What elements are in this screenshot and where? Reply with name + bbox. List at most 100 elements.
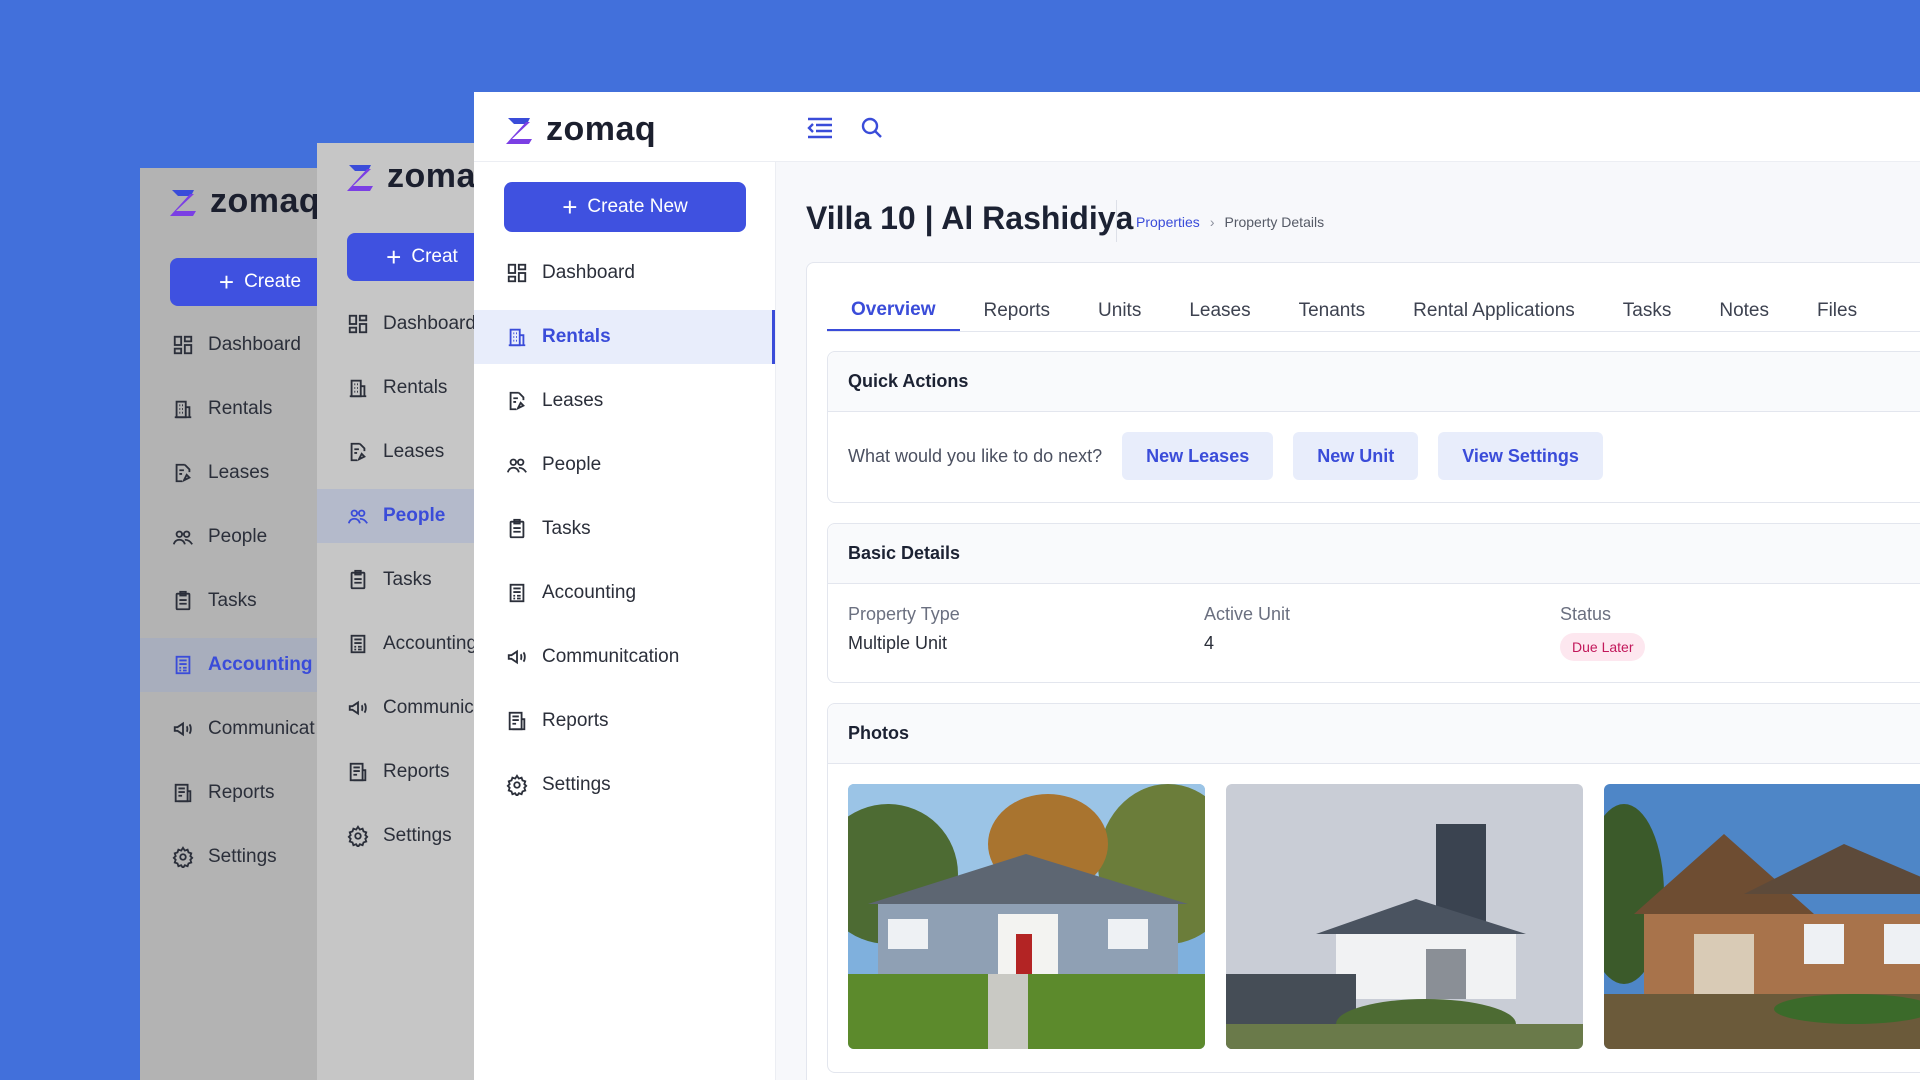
- gear-icon: [172, 846, 194, 868]
- photo-gallery: [828, 764, 1920, 1069]
- logo: zoma: [345, 157, 476, 196]
- sidebar-item-settings[interactable]: Settings: [140, 830, 320, 884]
- tab-notes[interactable]: Notes: [1695, 291, 1793, 331]
- create-new-button[interactable]: + Create New: [504, 182, 746, 232]
- lease-doc-icon: [347, 441, 369, 463]
- people-icon: [506, 454, 528, 476]
- sidebar-item-leases[interactable]: Leases: [317, 425, 477, 479]
- dashboard-icon: [347, 313, 369, 335]
- create-button[interactable]: + Creat: [347, 233, 477, 281]
- plus-icon: +: [218, 267, 235, 297]
- detail-property-type: Property Type Multiple Unit: [848, 604, 1204, 661]
- search-icon[interactable]: [860, 116, 884, 140]
- sidebar-item-rentals[interactable]: Rentals: [317, 361, 477, 415]
- tab-tenants[interactable]: Tenants: [1275, 291, 1390, 331]
- sidebar-item-reports[interactable]: Reports: [474, 694, 775, 748]
- tab-files[interactable]: Files: [1793, 291, 1881, 331]
- sidebar-item-people[interactable]: People: [474, 438, 775, 492]
- people-icon: [347, 505, 369, 527]
- sidebar-item-tasks[interactable]: Tasks: [140, 574, 320, 628]
- sidebar-item-communication[interactable]: Communic: [317, 681, 477, 735]
- sidebar-item-settings[interactable]: Settings: [474, 758, 775, 812]
- sidebar-item-leases[interactable]: Leases: [474, 374, 775, 428]
- new-unit-button[interactable]: New Unit: [1293, 432, 1419, 480]
- clipboard-icon: [347, 569, 369, 591]
- sidebar-item-accounting[interactable]: Accounting: [317, 617, 477, 671]
- property-photo[interactable]: [1604, 784, 1920, 1049]
- breadcrumb-current: Property Details: [1224, 214, 1325, 230]
- building-icon: [347, 377, 369, 399]
- basic-details-section: Basic Details Property Type Multiple Uni…: [827, 523, 1920, 683]
- page-title: Villa 10 | Al Rashidiya: [806, 200, 1134, 236]
- property-card: Overview Reports Units Leases Tenants Re…: [806, 262, 1920, 1080]
- quick-actions-prompt: What would you like to do next?: [848, 445, 1103, 466]
- dashboard-icon: [172, 334, 194, 356]
- chevron-right-icon: ›: [1209, 214, 1215, 230]
- property-photo[interactable]: [1226, 784, 1583, 1049]
- tab-divider: [827, 331, 1920, 332]
- sidebar-item-dashboard[interactable]: Dashboard: [474, 246, 775, 300]
- report-icon: [347, 761, 369, 783]
- gear-icon: [506, 774, 528, 796]
- new-leases-button[interactable]: New Leases: [1122, 432, 1274, 480]
- report-icon: [172, 782, 194, 804]
- dashboard-icon: [506, 262, 528, 284]
- menu-collapse-icon[interactable]: [806, 116, 834, 140]
- zomaq-logo-icon: [504, 114, 536, 146]
- sidebar-item-people[interactable]: People: [317, 489, 477, 543]
- megaphone-icon: [347, 697, 369, 719]
- tab-overview[interactable]: Overview: [827, 291, 960, 331]
- people-icon: [172, 526, 194, 548]
- tab-reports[interactable]: Reports: [960, 291, 1075, 331]
- sidebar-item-reports[interactable]: Reports: [317, 745, 477, 799]
- sidebar-item-reports[interactable]: Reports: [140, 766, 320, 820]
- create-button[interactable]: + Create: [170, 258, 320, 306]
- house-photo-3: [1604, 784, 1920, 1049]
- section-title: Quick Actions: [828, 352, 1920, 412]
- sidebar-item-leases[interactable]: Leases: [140, 446, 320, 500]
- ledger-icon: [172, 654, 194, 676]
- detail-active-unit: Active Unit 4: [1204, 604, 1560, 661]
- house-photo-1: [848, 784, 1205, 1049]
- app-window: zomaq + Create New Dashboard Rentals Lea…: [474, 92, 1920, 1080]
- sidebar-item-rentals[interactable]: Rentals: [474, 310, 775, 364]
- lease-doc-icon: [506, 390, 528, 412]
- topbar: zomaq: [474, 92, 1920, 162]
- tab-rental-applications[interactable]: Rental Applications: [1389, 291, 1599, 331]
- breadcrumb-properties-link[interactable]: Properties: [1136, 214, 1200, 230]
- section-title: Photos: [828, 704, 1920, 764]
- breadcrumb: Properties › Property Details: [1136, 214, 1324, 230]
- status-badge: Due Later: [1560, 633, 1646, 661]
- zomaq-logo-icon: [345, 161, 377, 193]
- detail-value: Multiple Unit: [848, 633, 948, 653]
- detail-label: Property Type: [848, 604, 960, 624]
- zomaq-logo-icon: [168, 186, 200, 218]
- clipboard-icon: [506, 518, 528, 540]
- sidebar-item-tasks[interactable]: Tasks: [317, 553, 477, 607]
- tab-tasks[interactable]: Tasks: [1599, 291, 1696, 331]
- sidebar-item-tasks[interactable]: Tasks: [474, 502, 775, 556]
- background-app-window-2: zoma + Creat Dashboard Rentals Leases Pe…: [317, 143, 477, 1080]
- tab-units[interactable]: Units: [1074, 291, 1165, 331]
- ledger-icon: [506, 582, 528, 604]
- sidebar-item-communication[interactable]: Communitcation: [474, 630, 775, 684]
- plus-icon: +: [386, 242, 402, 272]
- property-photo[interactable]: [848, 784, 1205, 1049]
- tab-leases[interactable]: Leases: [1165, 291, 1274, 331]
- sidebar-item-settings[interactable]: Settings: [317, 809, 477, 863]
- sidebar-item-communication[interactable]: Communicat: [140, 702, 320, 756]
- view-settings-button[interactable]: View Settings: [1438, 432, 1603, 480]
- tab-bar: Overview Reports Units Leases Tenants Re…: [827, 291, 1881, 331]
- logo: zomaq: [504, 110, 656, 149]
- sidebar-item-accounting[interactable]: Accounting: [474, 566, 775, 620]
- sidebar-item-people[interactable]: People: [140, 510, 320, 564]
- report-icon: [506, 710, 528, 732]
- lease-doc-icon: [172, 462, 194, 484]
- detail-status: Status Due Later: [1560, 604, 1916, 661]
- sidebar-item-rentals[interactable]: Rentals: [140, 382, 320, 436]
- sidebar-item-dashboard[interactable]: Dashboard: [317, 297, 477, 351]
- sidebar-item-accounting[interactable]: Accounting: [140, 638, 320, 692]
- sidebar-item-dashboard[interactable]: Dashboard: [140, 318, 320, 372]
- clipboard-icon: [172, 590, 194, 612]
- house-photo-2: [1226, 784, 1583, 1049]
